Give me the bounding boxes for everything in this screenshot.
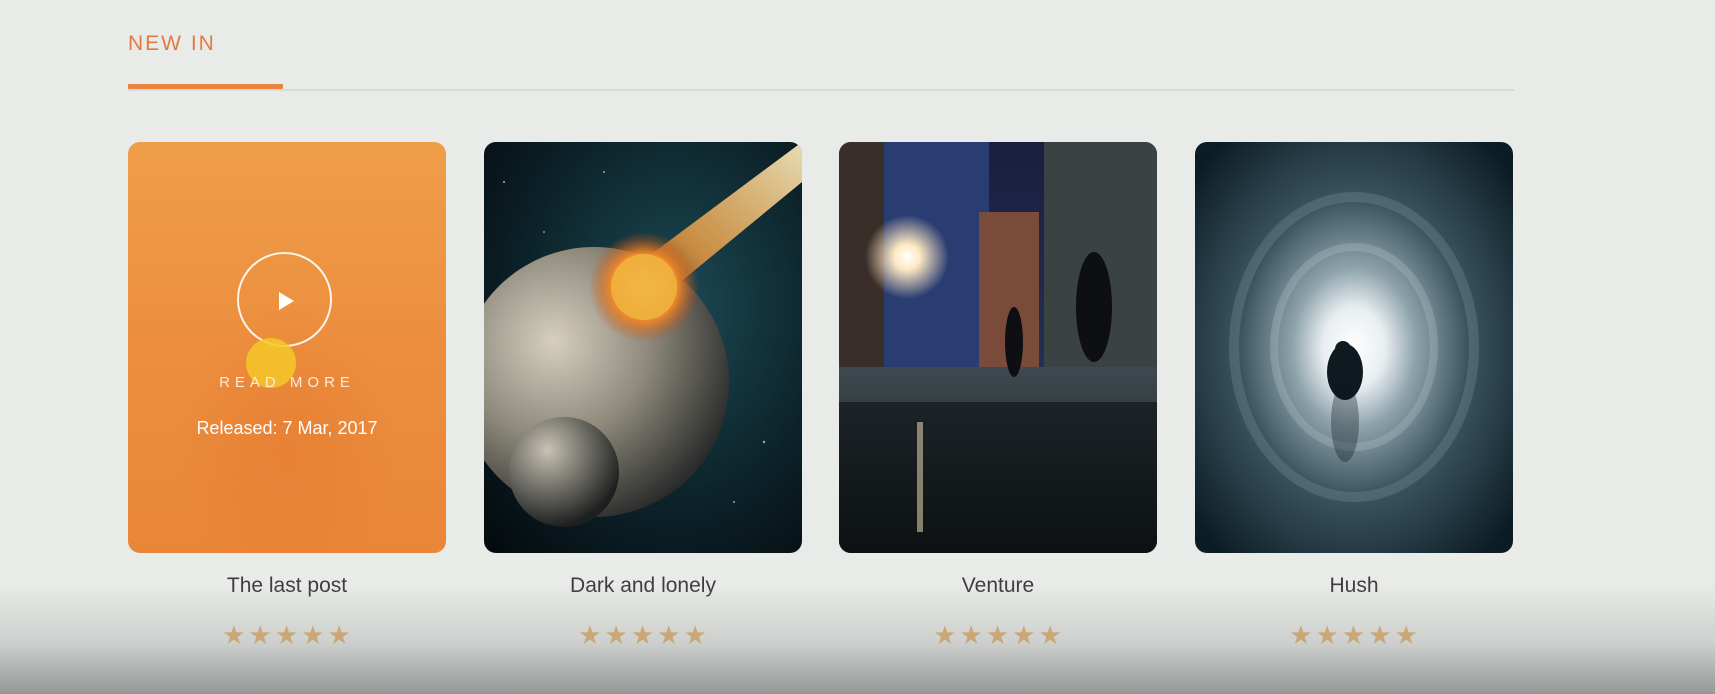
section-divider-accent — [128, 84, 283, 89]
read-more-link[interactable]: READ MORE — [128, 374, 446, 391]
section-divider — [128, 89, 1514, 91]
card-image-planet-collision — [484, 142, 802, 553]
star-icon: ★ — [1289, 620, 1314, 650]
star-icon: ★ — [1012, 620, 1037, 650]
card-title[interactable]: The last post — [128, 574, 446, 598]
star-icon: ★ — [1394, 620, 1419, 650]
star-icon: ★ — [933, 620, 958, 650]
section-title: NEW IN — [128, 32, 216, 55]
star-rating: ★★★★★ — [484, 620, 802, 651]
card-hush[interactable] — [1195, 142, 1513, 553]
star-icon: ★ — [248, 620, 273, 650]
card-image-tunnel-light — [1195, 142, 1513, 553]
star-icon: ★ — [959, 620, 984, 650]
play-button[interactable] — [237, 252, 332, 347]
star-icon: ★ — [327, 620, 352, 650]
card-title[interactable]: Venture — [839, 574, 1157, 598]
star-icon: ★ — [1315, 620, 1340, 650]
card-the-last-post[interactable]: READ MORE Released: 7 Mar, 2017 — [128, 142, 446, 553]
star-icon: ★ — [222, 620, 247, 650]
card-title[interactable]: Dark and lonely — [484, 574, 802, 598]
play-icon — [279, 292, 294, 310]
card-hover-overlay: READ MORE Released: 7 Mar, 2017 — [128, 142, 446, 553]
card-dark-and-lonely[interactable] — [484, 142, 802, 553]
star-icon: ★ — [630, 620, 656, 650]
page: NEW IN READ MORE Released: 7 Mar, 2017 T… — [0, 0, 1715, 694]
star-icon: ★ — [683, 620, 708, 650]
star-icon: ★ — [1341, 620, 1367, 650]
card-title[interactable]: Hush — [1195, 574, 1513, 598]
star-icon: ★ — [1368, 620, 1393, 650]
star-icon: ★ — [578, 620, 603, 650]
star-rating: ★★★★★ — [128, 620, 446, 651]
card-venture[interactable] — [839, 142, 1157, 553]
star-icon: ★ — [301, 620, 326, 650]
card-image-city-alley-night — [839, 142, 1157, 553]
star-icon: ★ — [274, 620, 300, 650]
release-date: Released: 7 Mar, 2017 — [196, 418, 378, 438]
star-icon: ★ — [1038, 620, 1063, 650]
star-icon: ★ — [604, 620, 629, 650]
star-rating: ★★★★★ — [1195, 620, 1513, 651]
star-icon: ★ — [985, 620, 1011, 650]
star-rating: ★★★★★ — [839, 620, 1157, 651]
star-icon: ★ — [657, 620, 682, 650]
